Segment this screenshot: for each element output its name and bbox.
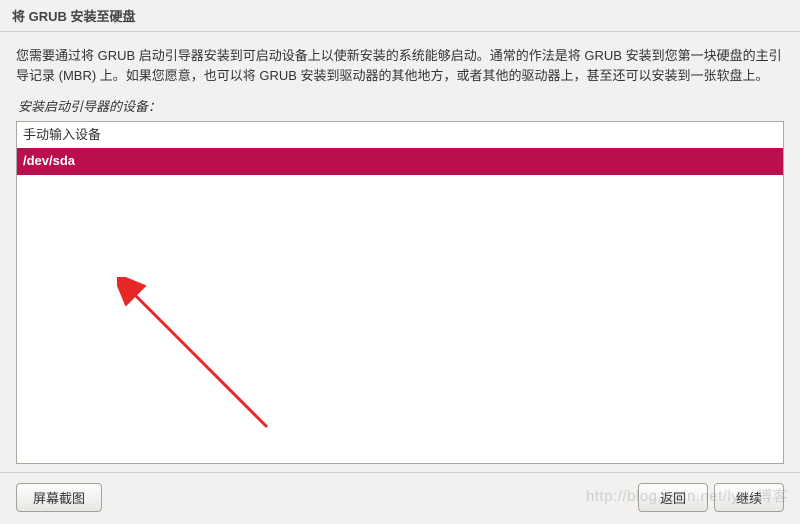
device-prompt-label: 安装启动引导器的设备：: [16, 96, 784, 115]
main-content: 您需要通过将 GRUB 启动引导器安装到可启动设备上以使新安装的系统能够启动。通…: [0, 32, 800, 472]
back-button[interactable]: 返回: [638, 483, 708, 512]
device-list[interactable]: 手动输入设备 /dev/sda: [16, 121, 784, 464]
window-titlebar: 将 GRUB 安装至硬盘: [0, 0, 800, 32]
window-title: 将 GRUB 安装至硬盘: [12, 9, 136, 24]
list-item-dev-sda[interactable]: /dev/sda: [17, 148, 783, 174]
footer-spacer: [102, 483, 632, 512]
screenshot-button[interactable]: 屏幕截图: [16, 483, 102, 512]
list-item-manual[interactable]: 手动输入设备: [17, 122, 783, 148]
continue-button[interactable]: 继续: [714, 483, 784, 512]
installer-window: 将 GRUB 安装至硬盘 您需要通过将 GRUB 启动引导器安装到可启动设备上以…: [0, 0, 800, 524]
annotation-arrow-icon: [117, 277, 317, 457]
description-text: 您需要通过将 GRUB 启动引导器安装到可启动设备上以使新安装的系统能够启动。通…: [16, 46, 784, 86]
footer-bar: 屏幕截图 返回 继续: [0, 472, 800, 524]
